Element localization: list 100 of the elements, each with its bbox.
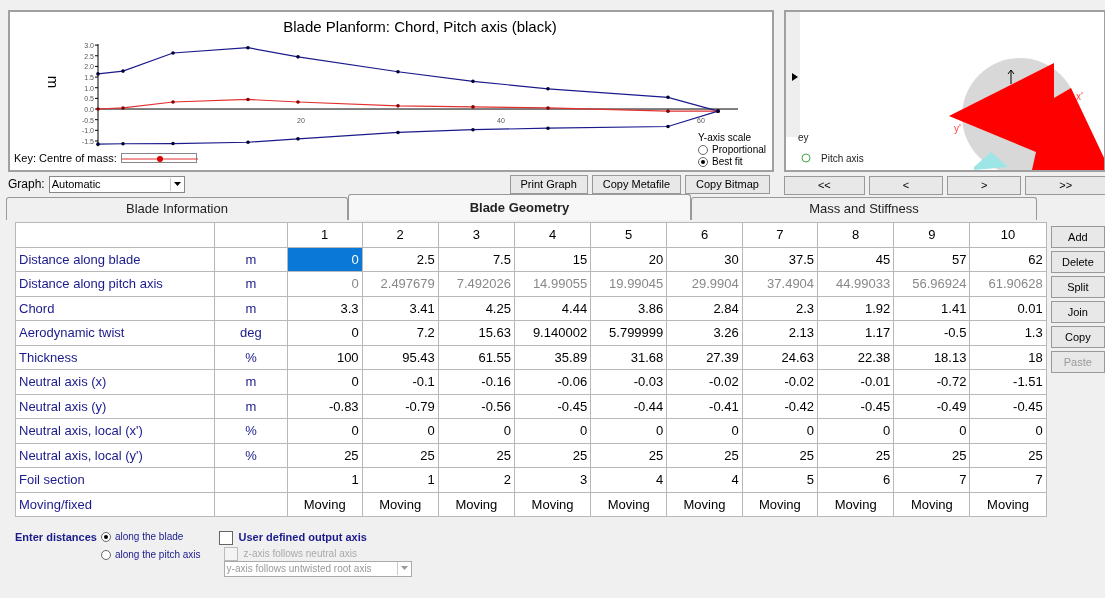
graph-button[interactable]: Print Graph bbox=[509, 174, 588, 194]
nav-button[interactable]: >> bbox=[1025, 176, 1105, 195]
table-cell[interactable]: 0 bbox=[969, 418, 1047, 443]
table-cell[interactable]: -0.56 bbox=[438, 394, 515, 419]
table-cell[interactable]: -0.03 bbox=[590, 369, 667, 394]
table-cell[interactable]: 5.799999 bbox=[590, 320, 667, 345]
table-cell[interactable]: -0.02 bbox=[666, 369, 743, 394]
action-button[interactable]: Add bbox=[1050, 226, 1105, 248]
table-cell[interactable]: 95.43 bbox=[362, 345, 439, 370]
table-cell[interactable]: 37.5 bbox=[742, 247, 818, 272]
table-cell[interactable]: 3.3 bbox=[287, 296, 363, 321]
table-cell[interactable]: 9.140002 bbox=[514, 320, 591, 345]
tab[interactable]: Blade Information bbox=[6, 197, 348, 220]
table-cell[interactable]: -0.45 bbox=[969, 394, 1047, 419]
table-cell[interactable]: 0 bbox=[893, 418, 970, 443]
table-cell[interactable]: 61.55 bbox=[438, 345, 515, 370]
table-cell[interactable]: -0.72 bbox=[893, 369, 970, 394]
table-cell[interactable]: 3.86 bbox=[590, 296, 667, 321]
table-cell[interactable]: 45 bbox=[817, 247, 894, 272]
table-cell[interactable]: Moving bbox=[362, 492, 439, 517]
table-cell[interactable]: 22.38 bbox=[817, 345, 894, 370]
table-cell[interactable]: 4 bbox=[590, 467, 667, 492]
action-button[interactable]: Delete bbox=[1050, 251, 1105, 273]
table-cell[interactable]: 3 bbox=[514, 467, 591, 492]
table-cell[interactable]: 0 bbox=[438, 418, 515, 443]
nav-button[interactable]: << bbox=[784, 176, 865, 195]
table-cell[interactable]: 25 bbox=[666, 443, 743, 468]
table-cell[interactable]: 1.92 bbox=[817, 296, 894, 321]
table-cell[interactable]: 0 bbox=[590, 418, 667, 443]
table-cell[interactable]: Moving bbox=[287, 492, 363, 517]
table-cell[interactable]: 57 bbox=[893, 247, 970, 272]
table-cell[interactable]: 15.63 bbox=[438, 320, 515, 345]
graph-dropdown[interactable]: Automatic bbox=[48, 175, 185, 193]
table-cell[interactable]: -0.49 bbox=[893, 394, 970, 419]
table-cell[interactable]: 25 bbox=[362, 443, 439, 468]
table-cell[interactable]: 1.17 bbox=[817, 320, 894, 345]
graph-button[interactable]: Copy Bitmap bbox=[685, 174, 770, 194]
table-cell[interactable]: 0.01 bbox=[969, 296, 1047, 321]
table-cell[interactable]: Moving bbox=[666, 492, 743, 517]
table-cell[interactable]: 2.84 bbox=[666, 296, 743, 321]
table-cell[interactable]: 20 bbox=[590, 247, 667, 272]
table-cell[interactable]: 1.3 bbox=[969, 320, 1047, 345]
table-cell[interactable]: -0.41 bbox=[666, 394, 743, 419]
table-cell[interactable]: 0 bbox=[514, 418, 591, 443]
table-cell[interactable]: -0.5 bbox=[893, 320, 970, 345]
table-cell[interactable]: Moving bbox=[742, 492, 818, 517]
table-cell[interactable]: Moving bbox=[969, 492, 1047, 517]
table-cell[interactable]: 25 bbox=[438, 443, 515, 468]
table-cell[interactable]: -0.01 bbox=[817, 369, 894, 394]
table-cell[interactable]: 18.13 bbox=[893, 345, 970, 370]
table-cell[interactable]: -0.02 bbox=[742, 369, 818, 394]
radio-option[interactable]: along the blade bbox=[100, 529, 201, 544]
table-cell[interactable]: 5 bbox=[742, 467, 818, 492]
table-cell[interactable]: 3.41 bbox=[362, 296, 439, 321]
table-cell[interactable]: 35.89 bbox=[514, 345, 591, 370]
table-cell[interactable]: 25 bbox=[590, 443, 667, 468]
table-cell[interactable]: 15 bbox=[514, 247, 591, 272]
table-cell[interactable]: -0.1 bbox=[362, 369, 439, 394]
checkbox-option[interactable]: User defined output axis bbox=[218, 529, 412, 546]
table-cell[interactable]: 4 bbox=[666, 467, 743, 492]
table-cell[interactable]: 31.68 bbox=[590, 345, 667, 370]
table-cell[interactable]: 7 bbox=[969, 467, 1047, 492]
table-cell[interactable]: 25 bbox=[893, 443, 970, 468]
table-cell[interactable]: -0.06 bbox=[514, 369, 591, 394]
table-cell[interactable]: 0 bbox=[666, 418, 743, 443]
table-cell[interactable]: 18 bbox=[969, 345, 1047, 370]
nav-button[interactable]: > bbox=[947, 176, 1022, 195]
table-cell[interactable]: -0.16 bbox=[438, 369, 515, 394]
table-cell[interactable]: 30 bbox=[666, 247, 743, 272]
table-cell[interactable]: 24.63 bbox=[742, 345, 818, 370]
table-cell[interactable]: -0.44 bbox=[590, 394, 667, 419]
table-cell[interactable]: 100 bbox=[287, 345, 363, 370]
table-cell[interactable]: Moving bbox=[438, 492, 515, 517]
table-cell[interactable]: 0 bbox=[287, 320, 363, 345]
table-cell[interactable]: 7.5 bbox=[438, 247, 515, 272]
nav-button[interactable]: < bbox=[868, 176, 943, 195]
table-cell[interactable]: Moving bbox=[514, 492, 591, 517]
table-cell[interactable]: -0.45 bbox=[514, 394, 591, 419]
table-cell[interactable]: 0 bbox=[362, 418, 439, 443]
action-button[interactable]: Split bbox=[1050, 276, 1105, 298]
table-cell[interactable]: 25 bbox=[514, 443, 591, 468]
table-cell[interactable]: 3.26 bbox=[666, 320, 743, 345]
table-cell[interactable]: Moving bbox=[817, 492, 894, 517]
table-cell[interactable]: Moving bbox=[893, 492, 970, 517]
table-cell[interactable]: -0.83 bbox=[287, 394, 363, 419]
table-cell[interactable]: 0 bbox=[287, 418, 363, 443]
radio-option[interactable]: Best fit bbox=[698, 156, 766, 168]
radio-option[interactable]: Proportional bbox=[698, 144, 766, 156]
table-cell[interactable]: 62 bbox=[969, 247, 1047, 272]
table-cell[interactable]: 1 bbox=[287, 467, 363, 492]
table-cell[interactable]: 0 bbox=[287, 369, 363, 394]
radio-option[interactable]: along the pitch axis bbox=[100, 547, 201, 562]
action-button[interactable]: Join bbox=[1050, 301, 1105, 323]
table-cell[interactable]: 4.25 bbox=[438, 296, 515, 321]
table-cell[interactable]: 25 bbox=[742, 443, 818, 468]
table-cell[interactable]: 0 bbox=[817, 418, 894, 443]
table-cell[interactable]: 2.5 bbox=[362, 247, 439, 272]
table-cell[interactable]: 0 bbox=[742, 418, 818, 443]
action-button[interactable]: Copy bbox=[1050, 326, 1105, 348]
table-cell[interactable]: Moving bbox=[590, 492, 667, 517]
